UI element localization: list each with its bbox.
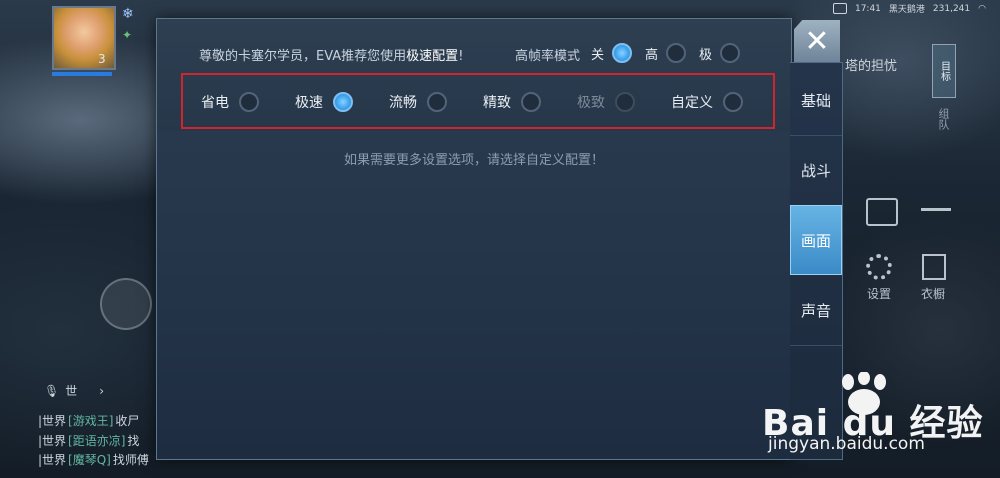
chat-line: |世界 [距语亦凉] 找 [38,432,149,452]
preset-custom[interactable]: 自定义 [671,92,743,112]
mic-channel-label: 世 [65,384,78,398]
tab-combat[interactable]: 战斗 [790,135,842,205]
status-coords: 231,241 [932,3,971,14]
preset-fast[interactable]: 极速 [295,92,353,112]
eva-suffix: ! [458,49,464,64]
radio-selected-icon[interactable] [333,92,353,112]
preset-label: 精致 [483,95,511,111]
wardrobe-icon[interactable] [922,254,946,280]
hp-bar [52,72,112,76]
chat-bird-icon: ✦ [122,28,133,42]
collapse-icon[interactable] [921,208,951,211]
preset-label: 省电 [201,95,229,111]
preset-ultra: 极致 [577,92,635,112]
preset-label: 自定义 [671,95,713,111]
radio-selected-icon[interactable] [612,43,633,63]
hero-level: 3 [98,52,106,66]
status-bar: 17:41 黑天鹅港 231,241 ◠ [832,2,986,15]
chat-line: |世界 [游戏王] 收尸 [38,412,149,432]
chevron-right-icon[interactable]: › [99,384,104,398]
shop-icon[interactable] [866,198,898,226]
settings-label: 设置 [867,287,892,301]
hfr-option-label: 关 [591,47,605,63]
wardrobe-label: 衣橱 [921,287,946,301]
eva-text: 尊敬的卡塞尔学员，EVA推荐您使用 [199,49,407,64]
chat-message: 找师傅 [112,453,149,467]
hfr-label: 高帧率模式 [515,49,581,64]
chat-channel: |世界 [38,453,67,467]
hfr-option-high[interactable]: 高 [645,43,687,63]
radio-icon[interactable] [666,43,687,63]
custom-config-hint: 如果需要更多设置选项，请选择自定义配置！ [343,153,604,168]
chat-user[interactable]: [魔琴Q] [68,451,111,471]
tab-sound[interactable]: 声音 [790,275,842,345]
wifi-icon: ◠ [978,3,986,14]
tab-graphics[interactable]: 画面 [790,205,842,275]
watermark-url: jingyan.baidu.com [768,434,925,454]
eva-highlight: 极速配置 [406,49,459,64]
radio-icon[interactable] [427,92,447,112]
chat-message: 收尸 [115,414,140,428]
settings-panel: 尊敬的卡塞尔学员，EVA推荐您使用极速配置! 高帧率模式 关 高 极 省电 极速… [156,18,792,460]
chat-channel: |世界 [38,414,67,428]
team-label[interactable]: 组队 [935,108,951,130]
chat-line: |世界 [魔琴Q] 找师傅 [38,451,149,471]
preset-label: 极速 [295,95,323,111]
radio-icon[interactable] [239,92,259,112]
close-x-icon: ✕ [804,23,830,59]
mic-icon: 🎙 [44,383,60,398]
mic-row[interactable]: 🎙 世 › [44,382,104,399]
preset-power-save[interactable]: 省电 [201,92,259,112]
status-time: 17:41 [854,3,881,14]
preset-smooth[interactable]: 流畅 [389,92,447,112]
world-chat[interactable]: |世界 [游戏王] 收尸 |世界 [距语亦凉] 找 |世界 [魔琴Q] 找师傅 [38,412,149,471]
target-button[interactable]: 目标 [932,44,956,98]
tab-basic[interactable]: 基础 [790,65,842,135]
preset-label: 流畅 [389,95,417,111]
radio-icon[interactable] [720,43,741,63]
hfr-option-extreme[interactable]: 极 [699,43,741,63]
chat-user[interactable]: [游戏王] [68,412,113,432]
quest-hint: 塔的担忧 [845,59,898,74]
tab-divider [790,345,842,346]
hfr-option-off[interactable]: 关 [591,43,633,63]
chat-channel: |世界 [38,433,67,448]
hfr-option-label: 高 [645,47,659,63]
radio-icon[interactable] [521,92,541,112]
close-button[interactable]: ✕ [794,20,840,62]
eva-recommendation: 尊敬的卡塞尔学员，EVA推荐您使用极速配置! [199,45,463,64]
chat-user[interactable]: [距语亦凉] [68,432,125,452]
radio-disabled-icon [615,92,635,112]
gear-icon[interactable] [866,254,892,280]
preset-label: 极致 [577,95,605,111]
hero-avatar[interactable] [52,6,116,70]
status-location: 黑天鹅港 [888,5,925,15]
hfr-option-label: 极 [699,47,713,63]
chat-message: 找 [127,433,140,448]
preset-fine[interactable]: 精致 [483,92,541,112]
joystick[interactable] [100,278,152,330]
radio-icon[interactable] [723,92,743,112]
camera-icon [832,3,847,14]
snowflake-icon: ❄ [122,6,134,22]
